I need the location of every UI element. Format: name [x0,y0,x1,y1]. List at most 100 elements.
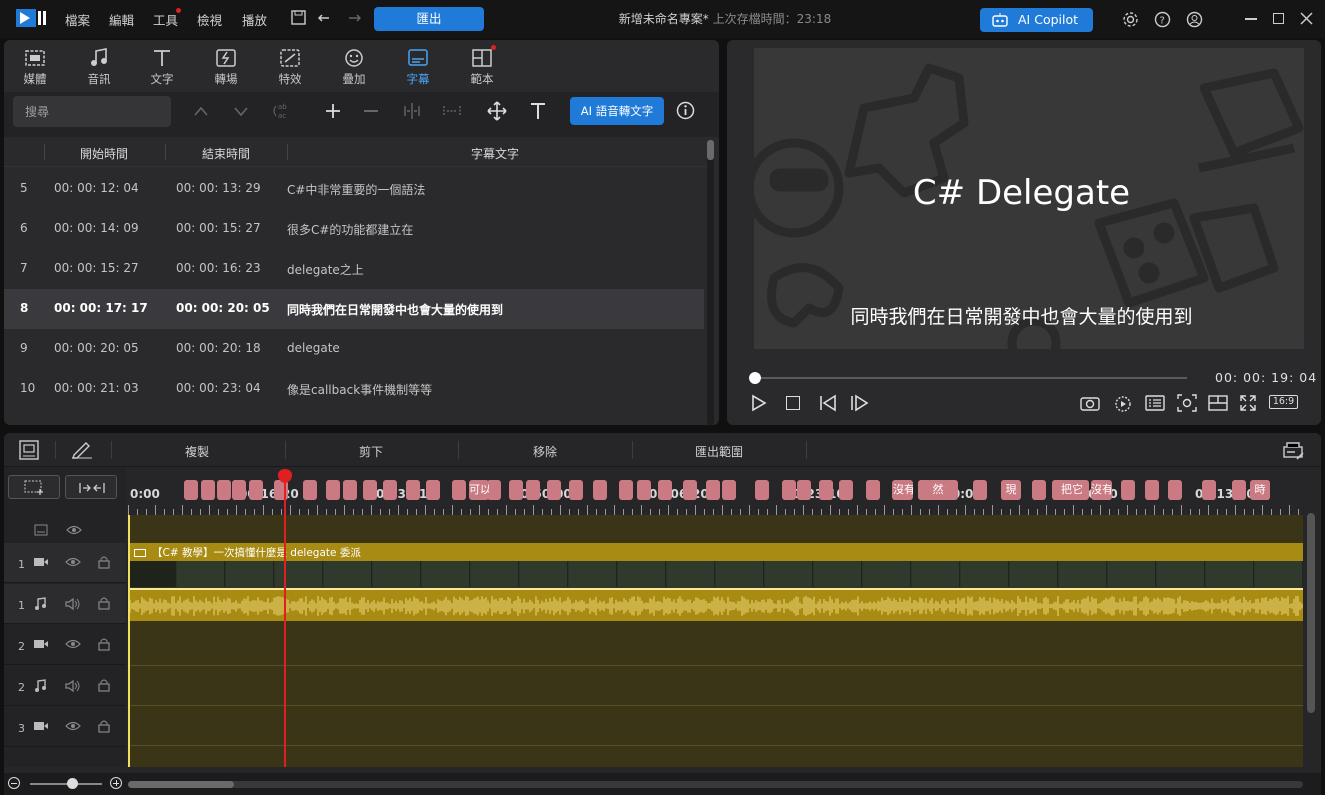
track-lock-icon[interactable] [98,596,110,610]
merge-icon[interactable] [442,102,462,120]
audio-volume-line[interactable] [128,588,1303,590]
subtitle-clip[interactable] [819,480,833,500]
subtitle-clip[interactable]: 現 [1001,480,1021,500]
row-subtitle-text[interactable]: delegate [287,341,340,355]
track-lock-icon[interactable] [98,555,110,569]
subtitle-clip[interactable] [973,480,987,500]
subtitle-clip[interactable] [839,480,853,500]
play-icon[interactable] [751,394,767,412]
header-end-time[interactable]: 結束時間 [202,145,250,162]
timeline-settings-icon[interactable] [1283,441,1305,461]
table-row[interactable]: 8 00: 00: 17: 17 00: 00: 20: 05 同時我們在日常開發中也… [4,289,704,329]
subtitle-clip[interactable] [547,480,561,500]
subtitle-clip[interactable] [343,480,357,500]
zoom-slider-knob[interactable] [67,778,78,789]
move-down-icon[interactable] [233,104,249,118]
row-end-time[interactable]: 00: 00: 20: 05 [176,301,270,315]
position-move-icon[interactable] [487,101,507,121]
remove-subtitle-icon[interactable] [364,110,378,112]
account-icon[interactable] [1186,11,1203,28]
tab-effects[interactable]: 特效 [268,48,312,87]
menu-file[interactable]: 檔案 [65,10,90,29]
remove-button[interactable]: 移除 [533,443,557,460]
subtitle-clip[interactable] [406,480,420,500]
playback-quality-icon[interactable] [1113,394,1133,412]
header-subtitle-text[interactable]: 字幕文字 [471,145,519,162]
row-start-time[interactable]: 00: 00: 12: 04 [54,181,139,195]
timeline-horizontal-scrollbar-thumb[interactable] [128,781,234,788]
row-start-time[interactable]: 00: 00: 17: 17 [54,301,148,315]
subtitle-clip[interactable] [487,480,501,500]
cut-button[interactable]: 剪下 [359,443,383,460]
row-subtitle-text[interactable]: 像是callback事件機制等等 [287,381,432,398]
subtitle-clip[interactable] [217,480,231,500]
text-style-icon[interactable] [529,101,547,121]
subtitle-track-visibility-eye-icon[interactable] [66,524,82,536]
menu-edit[interactable]: 編輯 [109,10,134,29]
row-end-time[interactable]: 00: 00: 13: 29 [176,181,261,195]
track-lock-icon[interactable] [98,719,110,733]
next-frame-icon[interactable] [849,394,869,412]
row-end-time[interactable]: 00: 00: 23: 04 [176,381,261,395]
zoom-out-icon[interactable] [8,777,20,789]
timeline-tracks[interactable]: 0:0000:16:2000:33:1000:50:0001:06:2001:2… [128,467,1303,767]
snapshot-camera-icon[interactable] [1080,395,1100,411]
subtitle-clip[interactable] [593,480,607,500]
move-up-icon[interactable] [193,104,209,118]
subtitle-clip[interactable] [184,480,198,500]
timeline-media-icon[interactable] [19,440,39,460]
menu-play[interactable]: 播放 [242,10,267,29]
row-start-time[interactable]: 00: 00: 20: 05 [54,341,139,355]
row-subtitle-text[interactable]: C#中非常重要的一個語法 [287,181,425,198]
tab-audio[interactable]: 音訊 [77,48,121,87]
table-row[interactable]: 7 00: 00: 15: 27 00: 00: 16: 23 delegate之上 [4,249,704,289]
subtitle-clip[interactable] [383,480,397,500]
minimize-icon[interactable] [1245,18,1257,20]
subtitle-clip[interactable] [658,480,672,500]
subtitle-clip[interactable] [1145,480,1159,500]
subtitle-clip[interactable] [232,480,246,500]
settings-gear-icon[interactable] [1122,11,1139,28]
subtitle-clip[interactable] [683,480,697,500]
table-scrollbar-thumb[interactable] [707,140,714,160]
tab-media[interactable]: 媒體 [13,48,57,87]
row-subtitle-text[interactable]: 同時我們在日常開發中也會大量的使用到 [287,301,503,318]
subtitle-clip[interactable]: 沒有 [893,480,913,500]
row-start-time[interactable]: 00: 00: 14: 09 [54,221,139,235]
fullscreen-icon[interactable] [1239,394,1257,412]
track-lock-icon[interactable] [98,678,110,692]
subtitle-clip[interactable] [426,480,440,500]
track-visibility-eye-icon[interactable] [65,720,81,732]
track-header[interactable]: 2 [4,666,126,706]
undo-icon[interactable] [318,10,334,26]
track-header[interactable]: 2 [4,625,126,665]
track-header[interactable]: 3 [4,707,126,747]
table-row[interactable]: 9 00: 00: 20: 05 00: 00: 20: 18 delegate [4,329,704,369]
search-input[interactable]: 搜尋 [13,96,171,127]
row-end-time[interactable]: 00: 00: 16: 23 [176,261,261,275]
add-subtitle-icon[interactable] [325,103,341,119]
replace-text-icon[interactable]: ab ac [270,101,290,121]
subtitle-clip[interactable]: 可以 [469,480,489,500]
subtitle-clip[interactable] [363,480,377,500]
zoom-preview-icon[interactable] [1177,394,1197,412]
zoom-slider-track[interactable] [30,783,102,785]
tab-transition[interactable]: 轉場 [204,48,248,87]
subtitle-clip[interactable] [797,480,811,500]
subtitle-clip[interactable]: 沒有 [1091,480,1111,500]
subtitle-clip[interactable] [1168,480,1182,500]
subtitle-clip[interactable] [755,480,769,500]
track-visibility-eye-icon[interactable] [65,556,81,568]
subtitle-clip[interactable] [866,480,880,500]
row-start-time[interactable]: 00: 00: 15: 27 [54,261,139,275]
row-end-time[interactable]: 00: 00: 20: 18 [176,341,261,355]
ai-speech-to-text-button[interactable]: AI 語音轉文字 [570,97,664,125]
export-range-button[interactable]: 匯出範圍 [695,443,743,460]
playback-progress-track[interactable] [754,377,1187,379]
fit-timeline-button[interactable] [65,475,117,499]
header-start-time[interactable]: 開始時間 [80,145,128,162]
subtitle-clip[interactable] [326,480,340,500]
subtitle-clip[interactable] [526,480,540,500]
subtitle-clip[interactable] [706,480,720,500]
subtitle-clip[interactable] [637,480,651,500]
